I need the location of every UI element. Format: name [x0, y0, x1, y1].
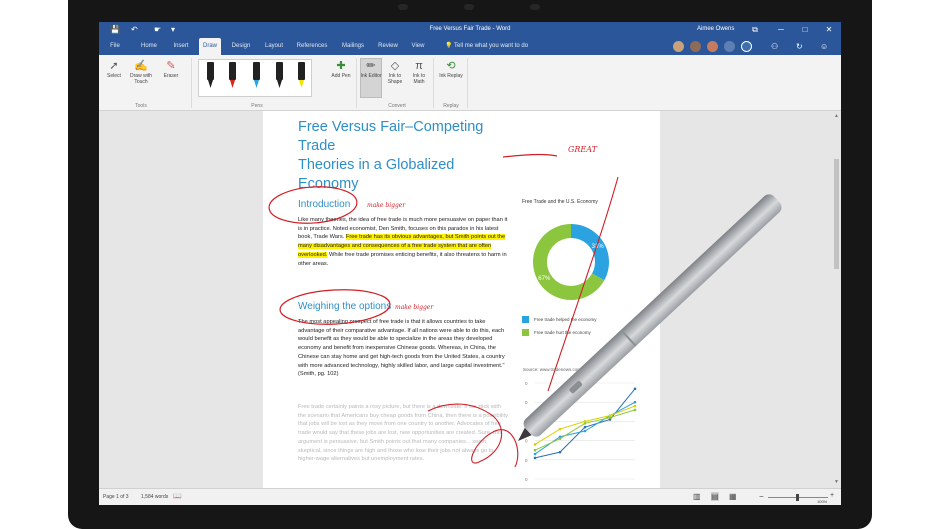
- print-layout-icon[interactable]: ▤: [711, 492, 719, 501]
- eraser-icon: ✎: [166, 60, 176, 72]
- word-window: 💾 ↶ ☛ ▾ Free Versus Fair Trade - Word Ai…: [99, 22, 841, 505]
- close-button[interactable]: ✕: [821, 24, 837, 36]
- activity-icon[interactable]: ↻: [796, 40, 803, 53]
- ink-circle-options: [279, 289, 391, 325]
- tab-review[interactable]: Review: [375, 38, 401, 55]
- lightbulb-icon: 💡: [445, 43, 453, 49]
- document-page[interactable]: Free Versus Fair–Competing Trade Theorie…: [263, 111, 660, 488]
- ink-replay-label: Ink Replay: [439, 73, 463, 79]
- tab-layout[interactable]: Layout: [261, 38, 287, 55]
- web-layout-icon[interactable]: ▦: [729, 492, 737, 501]
- zoom-out-button[interactable]: −: [759, 492, 764, 501]
- ribbon-separator: [467, 58, 468, 108]
- tab-view[interactable]: View: [407, 38, 429, 55]
- touch-draw-icon: ✍: [134, 60, 148, 72]
- eraser-label: Eraser: [163, 73, 179, 79]
- ink-replay-button[interactable]: ⟲ Ink Replay: [438, 59, 464, 79]
- word-count[interactable]: 1,584 words: [141, 494, 168, 500]
- ink-editor-label: Ink Editor: [360, 73, 382, 79]
- select-button[interactable]: ➚ Select: [103, 59, 125, 79]
- scroll-up-icon[interactable]: ▲: [833, 113, 840, 119]
- ink-to-shape-button[interactable]: ◇ Ink to Shape: [384, 59, 406, 85]
- ink-layer: [268, 153, 619, 468]
- ink-editor-icon: ✏: [366, 60, 376, 72]
- cursor-icon: ➚: [109, 60, 119, 72]
- status-bar: Page 1 of 3 1,584 words 📖 ▥ ▤ ▦ − + 100%: [99, 488, 841, 505]
- pi-icon: π: [415, 60, 423, 72]
- draw-with-touch-button[interactable]: ✍ Draw with Touch: [126, 59, 156, 85]
- add-pen-label: Add Pen: [331, 73, 351, 79]
- select-label: Select: [107, 73, 121, 79]
- collaborator-avatar-4[interactable]: [724, 41, 735, 52]
- tab-design[interactable]: Design: [227, 38, 255, 55]
- replay-icon: ⟲: [446, 60, 456, 72]
- ink-editor-button[interactable]: ✏ Ink Editor: [360, 59, 382, 79]
- ink-to-shape-label: Ink to Shape: [387, 73, 403, 85]
- replay-group-label: Replay: [443, 103, 459, 109]
- maximize-button[interactable]: □: [797, 24, 813, 36]
- camera-dot: [398, 4, 408, 10]
- scroll-thumb[interactable]: [834, 159, 839, 269]
- tab-mailings[interactable]: Mailings: [337, 38, 369, 55]
- ink-make-bigger-1: make bigger: [367, 202, 406, 209]
- ribbon-display-icon[interactable]: ⧉: [747, 24, 763, 36]
- ink-great: GREAT: [568, 145, 597, 154]
- user-name[interactable]: Aimee Owens: [697, 26, 734, 32]
- pens-group-label: Pens: [251, 103, 263, 109]
- pen-black[interactable]: [206, 62, 215, 90]
- page-count[interactable]: Page 1 of 3: [103, 494, 129, 500]
- zoom-in-button[interactable]: +: [830, 492, 834, 499]
- pen-red[interactable]: [228, 62, 237, 90]
- ink-strike-chart: [547, 176, 619, 392]
- document-canvas[interactable]: Free Versus Fair–Competing Trade Theorie…: [99, 111, 841, 488]
- collaborator-avatar-2[interactable]: [690, 41, 701, 52]
- convert-group-label: Convert: [388, 103, 406, 109]
- minimize-button[interactable]: ─: [773, 24, 789, 36]
- tab-insert[interactable]: Insert: [169, 38, 193, 55]
- tools-group-label: Tools: [135, 103, 147, 109]
- add-pen-button[interactable]: ✚ Add Pen: [328, 59, 354, 79]
- vertical-scrollbar[interactable]: ▲ ▼: [832, 111, 841, 488]
- ink-to-math-button[interactable]: π Ink to Math: [408, 59, 430, 85]
- ink-scribble: [427, 403, 519, 468]
- highlighter-yellow[interactable]: [297, 62, 306, 90]
- zoom-slider-thumb[interactable]: [796, 494, 799, 501]
- pencil-black[interactable]: [275, 62, 284, 90]
- tell-me-box[interactable]: 💡 Tell me what you want to do: [445, 38, 528, 55]
- pen-gallery: [198, 59, 312, 97]
- plus-icon: ✚: [336, 60, 346, 72]
- ribbon-separator: [191, 58, 192, 108]
- draw-with-touch-label: Draw with Touch: [130, 73, 152, 85]
- tab-references[interactable]: References: [293, 38, 331, 55]
- sensor-dot: [530, 4, 540, 10]
- ribbon-separator: [433, 58, 434, 108]
- tab-home[interactable]: Home: [136, 38, 162, 55]
- ribbon-tabs: File Home Insert Draw Design Layout Refe…: [99, 38, 841, 55]
- shape-icon: ◇: [390, 60, 400, 72]
- title-bar: 💾 ↶ ☛ ▾ Free Versus Fair Trade - Word Ai…: [99, 22, 841, 38]
- draw-ribbon: ➚ Select ✍ Draw with Touch ✎ Eraser Tool…: [99, 55, 841, 111]
- ink-to-math-label: Ink to Math: [412, 73, 426, 85]
- collaborator-count-icon[interactable]: [741, 41, 752, 52]
- zoom-level[interactable]: 100%: [817, 499, 827, 504]
- collaborator-avatar-3[interactable]: [707, 41, 718, 52]
- pen-blue[interactable]: [252, 62, 261, 90]
- scroll-down-icon[interactable]: ▼: [833, 479, 840, 485]
- share-icon[interactable]: ⚇: [771, 40, 778, 53]
- eraser-button[interactable]: ✎ Eraser: [159, 59, 183, 79]
- proofing-icon[interactable]: 📖: [173, 492, 182, 500]
- ink-make-bigger-2: make bigger: [395, 304, 434, 311]
- tab-file[interactable]: File: [105, 38, 125, 55]
- camera-lens: [464, 4, 474, 10]
- tell-me-text: Tell me what you want to do: [454, 43, 529, 49]
- ink-circle-intro: [268, 186, 358, 224]
- tab-draw[interactable]: Draw: [199, 38, 221, 55]
- collaborator-avatar-1[interactable]: [673, 41, 684, 52]
- comments-icon[interactable]: ☺: [820, 40, 828, 53]
- ink-underline-title: [502, 153, 558, 158]
- ribbon-separator: [356, 58, 357, 108]
- read-mode-icon[interactable]: ▥: [693, 492, 701, 501]
